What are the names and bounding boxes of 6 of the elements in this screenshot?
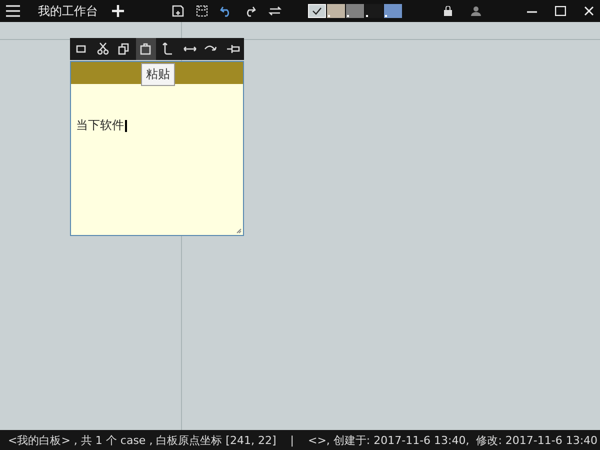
status-separator: | [290, 434, 294, 446]
workspace-title: 我的工作台 [38, 2, 98, 20]
tooltip: 粘贴 [141, 63, 175, 86]
status-text: <>, 创建于: 2017-11-6 13:40, 修改: 2017-11-6 13:40 [308, 432, 598, 448]
status-text: <我的白板> , 共 1 个 case , 白板原点坐标 [241, 22] [8, 432, 276, 448]
note-text[interactable]: 当下软件 [76, 117, 124, 134]
